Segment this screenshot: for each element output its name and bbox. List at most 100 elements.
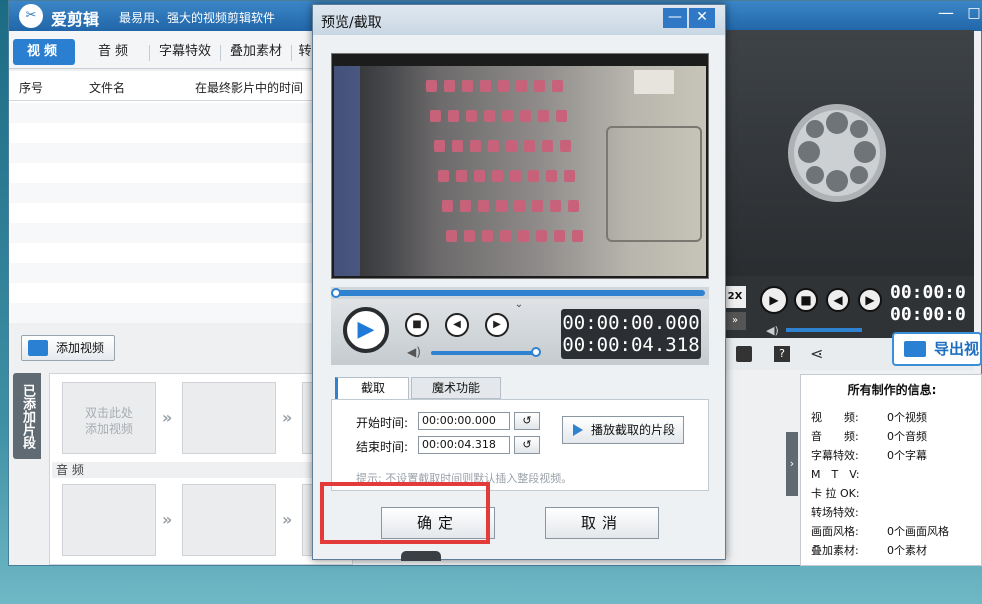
tab-video[interactable]: 视频 [13, 39, 75, 65]
film-add-icon [28, 340, 48, 356]
keyboard-key [546, 170, 557, 182]
chevron-right-icon: » [282, 510, 293, 529]
volume-icon[interactable]: ◀) [407, 345, 421, 359]
timeline-clip-slot[interactable]: 双击此处 添加视频 [62, 382, 156, 454]
dialog-title: 预览/截取 [321, 15, 382, 31]
main-tab-bar: 视频 音频 字幕特效 叠加素材 转 [9, 31, 319, 69]
table-row[interactable] [9, 283, 313, 303]
column-index[interactable]: 序号 [19, 79, 43, 96]
audio-track-label: 音 频 [52, 462, 352, 478]
start-time-pick-button[interactable]: ↺ [514, 412, 540, 430]
scrubber-knob[interactable] [331, 288, 341, 298]
window-minimize-button[interactable]: — [937, 4, 955, 24]
play-button[interactable]: ▶ [343, 307, 389, 353]
table-row[interactable] [9, 163, 313, 183]
tab-audio[interactable]: 音频 [85, 39, 145, 65]
app-slogan: 最易用、强大的视频剪辑软件 [119, 11, 276, 25]
table-row[interactable] [9, 243, 313, 263]
keyboard-key [568, 200, 579, 212]
reel-hole [850, 120, 868, 138]
keyboard-key [430, 110, 441, 122]
stop-icon[interactable]: ■ [794, 288, 818, 312]
volume-slider[interactable] [786, 328, 862, 332]
keyboard-key [464, 230, 475, 242]
info-value-style: 0个画面风格 [887, 525, 949, 538]
volume-slider[interactable] [431, 351, 535, 355]
keyboard-key [456, 170, 467, 182]
chevron-right-icon: » [282, 408, 293, 427]
previous-frame-button[interactable]: ◀ [445, 313, 469, 337]
total-time: 00:00:04.318 [562, 334, 700, 356]
next-frame-button[interactable]: ▶ [485, 313, 509, 337]
table-row[interactable] [9, 223, 313, 243]
play-clip-button[interactable]: 播放截取的片段 [562, 416, 684, 444]
start-time-input[interactable]: 00:00:00.000 [418, 412, 510, 430]
info-label-audio: 音 频: [811, 430, 859, 443]
keyboard-key [552, 80, 563, 92]
end-time-label: 结束时间: [356, 440, 409, 454]
tab-overlay-materials[interactable]: 叠加素材 [225, 39, 287, 65]
sticker-shape [634, 70, 674, 94]
table-row[interactable] [9, 203, 313, 223]
table-row[interactable] [9, 103, 313, 123]
next-frame-icon[interactable]: » [724, 312, 746, 330]
keyboard-key [560, 140, 571, 152]
info-label-mtv: M T V: [811, 468, 860, 481]
info-label-style: 画面风格: [811, 525, 859, 538]
save-icon[interactable] [736, 346, 752, 362]
dialog-minimize-button[interactable]: — [663, 8, 687, 28]
play-icon[interactable]: ▶ [760, 286, 788, 314]
add-video-label: 添加视频 [56, 341, 105, 355]
rewind-icon[interactable]: ◀ [826, 288, 850, 312]
panel-toggle-arrow-icon[interactable]: › [786, 432, 798, 496]
info-value-subtitles: 0个字幕 [887, 449, 927, 462]
added-clips-side-tab[interactable]: 已添加片段 [13, 373, 41, 459]
window-maximize-button[interactable]: □ [965, 4, 982, 24]
keyboard-key [516, 80, 527, 92]
volume-icon[interactable]: ◀) [766, 324, 779, 337]
progress-scrubber[interactable] [331, 287, 709, 299]
column-filename[interactable]: 文件名 [89, 79, 125, 96]
cancel-button[interactable]: 取消 [545, 507, 659, 539]
audio-clip-slot[interactable] [182, 484, 276, 556]
table-row[interactable] [9, 263, 313, 283]
clip-hint-text: 双击此处 添加视频 [84, 406, 133, 436]
keyboard-key [448, 110, 459, 122]
collapse-chevron-icon[interactable]: ⌄ [507, 299, 531, 310]
share-icon[interactable]: ⋖ [810, 344, 823, 363]
keyboard-key [520, 110, 531, 122]
table-row[interactable] [9, 143, 313, 163]
export-video-button[interactable]: 导出视 [892, 332, 982, 366]
add-video-button[interactable]: 添加视频 [21, 335, 115, 361]
timeline-clip-slot[interactable] [182, 382, 276, 454]
keyboard-key [460, 200, 471, 212]
keyboard-key [556, 110, 567, 122]
table-row[interactable] [9, 303, 313, 323]
keyboard-key [554, 230, 565, 242]
time-display: 00:00:00.000 00:00:04.318 [561, 309, 701, 359]
file-list-table: 序号 文件名 在最终影片中的时间 [9, 71, 313, 323]
chevron-right-icon: » [162, 408, 173, 427]
table-row[interactable] [9, 123, 313, 143]
end-time-pick-button[interactable]: ↺ [514, 436, 540, 454]
chevron-right-icon: » [162, 510, 173, 529]
audio-clip-slot[interactable] [62, 484, 156, 556]
keyboard-key [446, 230, 457, 242]
scrubber-track [333, 290, 705, 296]
speed-button[interactable]: 2X [724, 286, 746, 308]
stop-button[interactable]: ■ [405, 313, 429, 337]
help-icon[interactable]: ? [774, 346, 790, 362]
forward-icon[interactable]: ▶ [858, 288, 882, 312]
keyboard-key [488, 140, 499, 152]
dialog-close-button[interactable]: ✕ [689, 8, 715, 28]
info-label-video: 视 频: [811, 411, 859, 424]
tab-clip[interactable]: 截取 [335, 377, 409, 399]
table-row[interactable] [9, 183, 313, 203]
keyboard-key [452, 140, 463, 152]
tab-subtitle-effects[interactable]: 字幕特效 [153, 39, 217, 65]
play-clip-label: 播放截取的片段 [591, 423, 676, 437]
volume-knob[interactable] [531, 347, 541, 357]
tab-magic-functions[interactable]: 魔术功能 [411, 377, 501, 399]
column-time-in-film[interactable]: 在最终影片中的时间 [195, 79, 303, 96]
end-time-input[interactable]: 00:00:04.318 [418, 436, 510, 454]
